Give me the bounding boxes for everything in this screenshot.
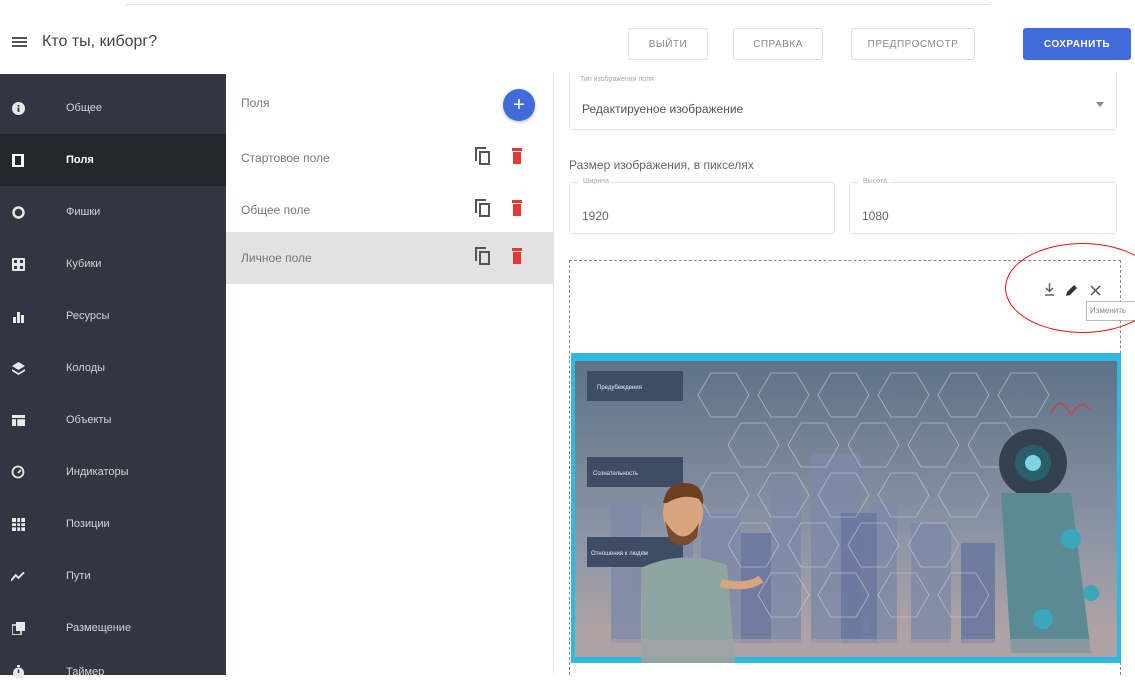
- sidebar-item-label: Фишки: [66, 206, 101, 218]
- image-size-title: Размер изображения, в пикселях: [569, 158, 754, 172]
- fields-list-header: Поля +: [226, 74, 553, 132]
- app-title: Кто ты, киборг?: [42, 33, 158, 50]
- height-field[interactable]: Высота 1080: [849, 178, 1117, 234]
- sidebar-item-dice[interactable]: Кубики: [0, 238, 226, 290]
- height-label: Высота: [860, 178, 891, 185]
- dropdown-caret-icon: [1096, 102, 1104, 107]
- circle-icon: [11, 205, 25, 219]
- grid-icon: [11, 517, 25, 531]
- sidebar-item-label: Ресурсы: [66, 310, 110, 322]
- field-editor: Тип изображения поля Редактируеное изобр…: [555, 74, 1135, 675]
- sidebar-item-objects[interactable]: Объекты: [0, 394, 226, 446]
- sidebar-item-label: Объекты: [66, 414, 112, 426]
- image-type-label: Тип изображения поля: [580, 76, 654, 83]
- image-type-select[interactable]: Тип изображения поля Редактируеное изобр…: [569, 74, 1117, 130]
- help-button[interactable]: СПРАВКА: [733, 28, 823, 60]
- sidebar-item-label: Позиции: [66, 518, 110, 530]
- sidebar-item-label: Кубики: [66, 258, 102, 270]
- highlight-annotation: [1005, 243, 1135, 333]
- sidebar: Общее Поля Фишки Кубики Ресурсы Колоды О…: [0, 74, 226, 679]
- field-row-label: Стартовое поле: [241, 151, 330, 165]
- fields-list-title: Поля: [241, 96, 270, 110]
- width-field[interactable]: Ширина 1920: [569, 178, 835, 234]
- board-label-prejudice: Предубеждения: [597, 385, 642, 391]
- sidebar-item-label: Индикаторы: [66, 466, 129, 478]
- top-divider: [125, 4, 990, 5]
- copy-icon[interactable]: [475, 199, 491, 217]
- dice-icon: [11, 257, 25, 271]
- sidebar-item-label: Колоды: [66, 362, 106, 374]
- sidebar-item-indicators[interactable]: Индикаторы: [0, 446, 226, 498]
- delete-icon[interactable]: [512, 248, 522, 264]
- placement-icon: [11, 621, 25, 635]
- fields-list-panel: Поля + Стартовое поле Общее поле Личное …: [226, 74, 554, 675]
- width-value: 1920: [582, 209, 609, 223]
- add-field-button[interactable]: +: [503, 89, 535, 121]
- field-row-personal[interactable]: Личное поле: [226, 232, 553, 284]
- sidebar-item-decks[interactable]: Колоды: [0, 342, 226, 394]
- field-row-common[interactable]: Общее поле: [226, 184, 553, 236]
- path-icon: [11, 569, 25, 583]
- bar-chart-icon: [11, 309, 25, 323]
- layers-icon: [11, 361, 25, 375]
- top-strip: [0, 0, 1135, 10]
- info-icon: [11, 101, 25, 115]
- sidebar-item-general[interactable]: Общее: [0, 82, 226, 134]
- board-image-preview: Предубеждения Сознательность Отношения к…: [571, 353, 1121, 663]
- sidebar-item-label: Общее: [66, 102, 103, 114]
- sidebar-item-resources[interactable]: Ресурсы: [0, 290, 226, 342]
- field-row-label: Личное поле: [241, 251, 312, 265]
- objects-icon: [11, 413, 25, 427]
- exit-button[interactable]: ВЫЙТИ: [628, 28, 708, 60]
- copy-icon[interactable]: [475, 247, 491, 265]
- sidebar-item-label: Пути: [66, 570, 91, 582]
- sidebar-item-label: Таймер: [66, 666, 105, 678]
- image-type-value: Редактируеное изображение: [582, 102, 744, 116]
- sidebar-item-tokens[interactable]: Фишки: [0, 186, 226, 238]
- image-drop-area[interactable]: Изменить Предубеждения Сознательность От…: [569, 243, 1135, 675]
- app-header: Кто ты, киборг? ВЫЙТИ СПРАВКА ПРЕДПРОСМО…: [0, 12, 1135, 74]
- preview-button[interactable]: ПРЕДПРОСМОТР: [851, 28, 975, 60]
- copy-icon[interactable]: [475, 147, 491, 165]
- sidebar-item-paths[interactable]: Пути: [0, 550, 226, 602]
- height-value: 1080: [862, 209, 889, 223]
- save-button[interactable]: СОХРАНИТЬ: [1023, 28, 1131, 60]
- delete-icon[interactable]: [512, 148, 522, 164]
- delete-icon[interactable]: [512, 200, 522, 216]
- board-icon: [11, 153, 25, 167]
- sidebar-item-positions[interactable]: Позиции: [0, 498, 226, 550]
- board-label-awareness: Сознательность: [593, 471, 638, 477]
- sidebar-item-fields[interactable]: Поля: [0, 134, 226, 186]
- timer-icon: [11, 665, 25, 679]
- gauge-icon: [11, 465, 25, 479]
- hamburger-menu-icon[interactable]: [12, 35, 28, 49]
- board-label-relations: Отношения к людям: [591, 551, 648, 557]
- sidebar-item-timer[interactable]: Таймер: [0, 646, 226, 698]
- sidebar-item-label: Размещение: [66, 622, 132, 634]
- width-label: Ширина: [580, 178, 612, 185]
- sidebar-item-label: Поля: [66, 154, 94, 166]
- field-row-start[interactable]: Стартовое поле: [226, 132, 553, 184]
- field-row-label: Общее поле: [241, 203, 311, 217]
